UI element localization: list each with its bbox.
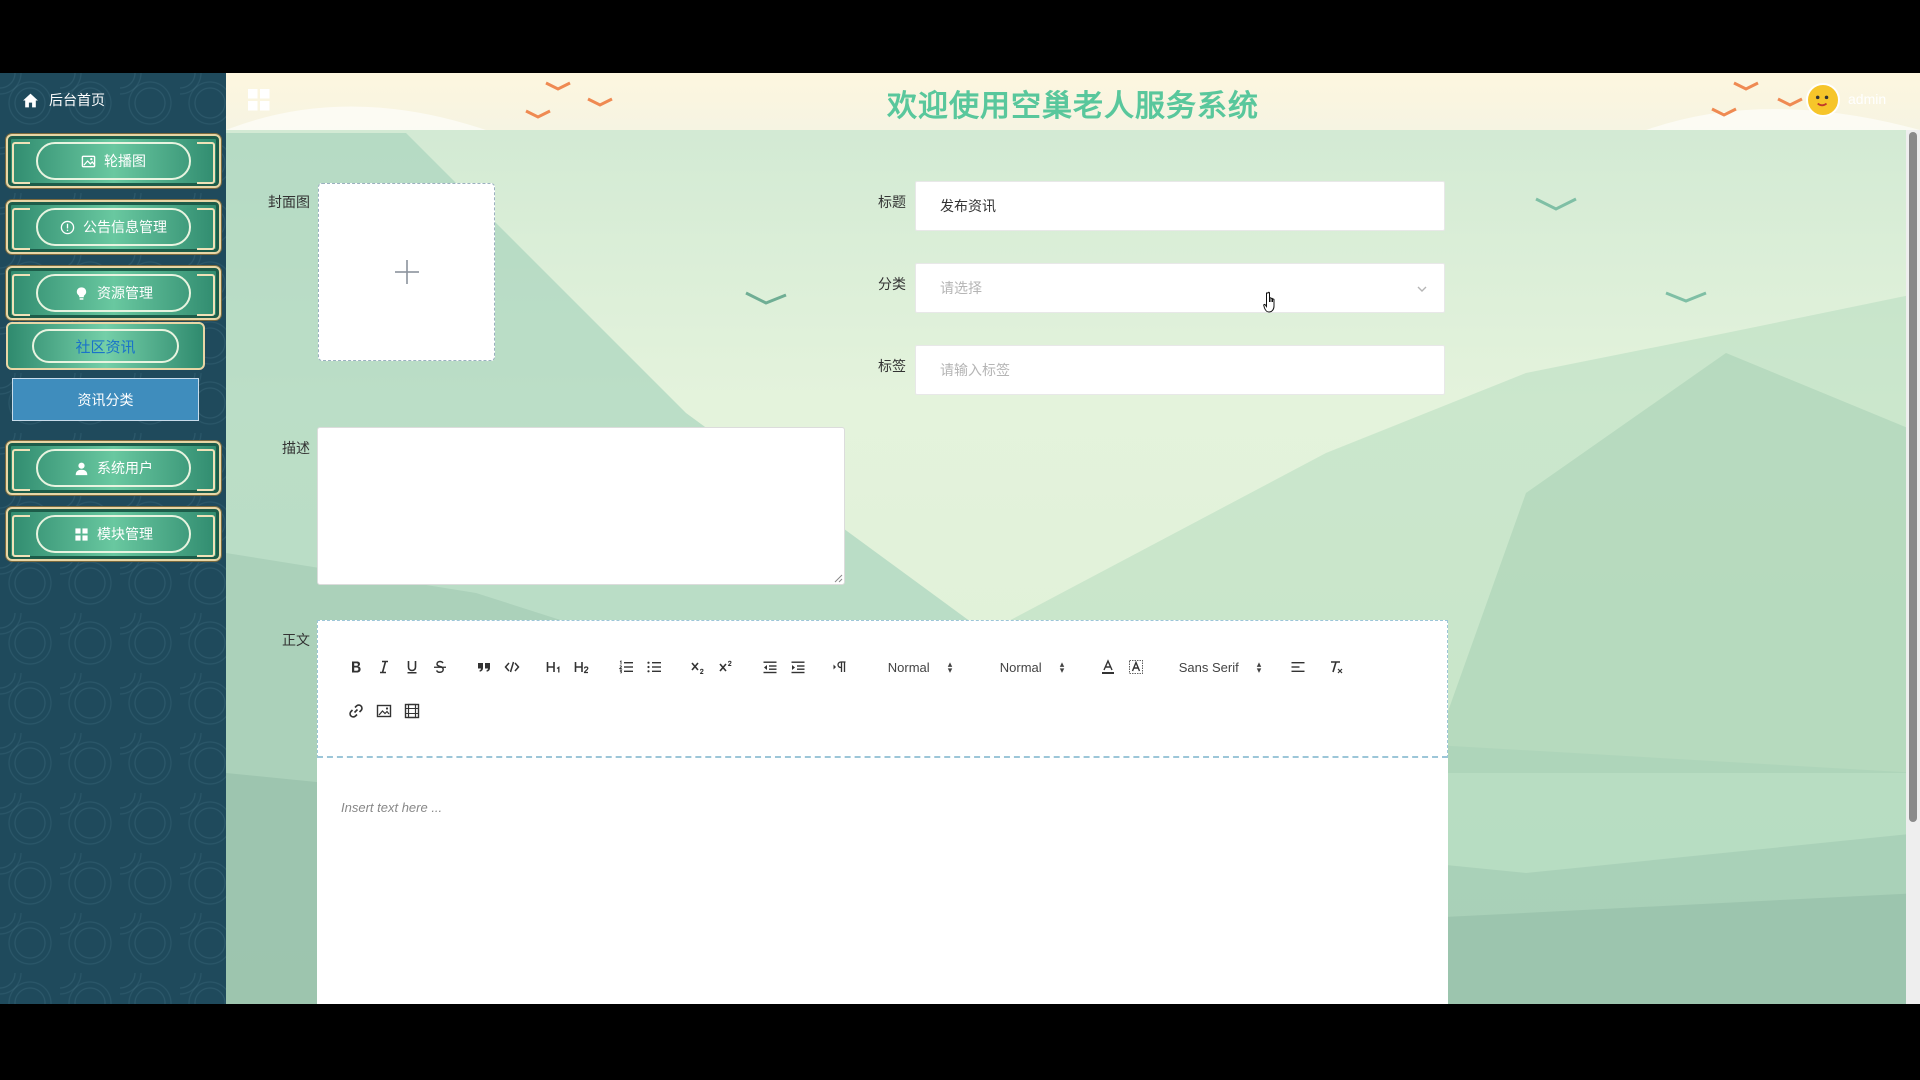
hand-cursor-icon [1263,291,1275,313]
avatar-icon [1815,95,1829,107]
top-header: 欢迎使用空巢老人服务系统 admin [226,73,1920,130]
superscript-icon[interactable] [718,657,734,677]
main-content: 欢迎使用空巢老人服务系统 admin 封面图 标题 发布资讯 分类 请选择 标签… [226,73,1920,1004]
size-select[interactable]: Normal ▴ ▾ [988,657,1076,677]
background-color-icon[interactable] [1128,657,1144,677]
description-label: 描述 [282,440,310,456]
header-1-icon[interactable] [546,657,562,677]
align-icon[interactable] [1290,657,1306,677]
sidebar-item-label: 资源管理 [97,285,153,301]
sidebar-item-modules[interactable]: 模块管理 [6,507,221,561]
username[interactable]: admin [1848,91,1886,107]
app-title: 欢迎使用空巢老人服务系统 [887,90,1259,123]
home-icon [23,93,38,107]
description-textarea[interactable] [317,427,845,585]
sidebar-item-carousel[interactable]: 轮播图 [6,134,221,188]
size-select-value: Normal [999,659,1042,675]
sidebar: 后台首页 轮播图 公告信息管理 资源管理 社区资讯 资讯分类 系统用户 模块管理 [0,73,226,1004]
sidebar-item-announcements[interactable]: 公告信息管理 [6,200,221,254]
plus-icon [394,260,419,284]
sidebar-home-label: 后台首页 [49,92,105,108]
font-select-value: Sans Serif [1178,659,1239,675]
scrollbar[interactable] [1906,130,1920,1004]
video-insert-icon[interactable] [404,701,420,721]
header-select[interactable]: Normal ▴ ▾ [876,657,964,677]
font-select[interactable]: Sans Serif ▴ ▾ [1168,657,1272,677]
select-arrows-icon: ▴ ▾ [1256,659,1262,675]
text-color-icon[interactable] [1100,657,1116,677]
scrollbar-thumb[interactable] [1909,132,1917,822]
sidebar-item-label: 轮播图 [104,153,146,169]
rich-text-editor: Normal ▴ ▾ Normal ▴ ▾ Sans Serif ▴ ▾ Ins… [317,620,1448,1004]
title-label: 标题 [878,194,906,210]
image-insert-icon[interactable] [376,701,392,721]
outdent-icon[interactable] [762,657,778,677]
blockquote-icon[interactable] [476,657,492,677]
bold-icon[interactable] [348,657,364,677]
cover-label: 封面图 [268,194,310,210]
subscript-icon[interactable] [690,657,706,677]
editor-toolbar: Normal ▴ ▾ Normal ▴ ▾ Sans Serif ▴ ▾ [317,620,1448,758]
header-2-icon[interactable] [574,657,590,677]
sidebar-subitem-news-category[interactable]: 资讯分类 [12,378,199,421]
strike-icon[interactable] [432,657,448,677]
clear-format-icon[interactable] [1328,657,1344,677]
sidebar-item-label: 资讯分类 [77,391,134,408]
text-direction-icon[interactable] [832,657,848,677]
sidebar-item-label: 社区资讯 [75,338,136,356]
tags-label: 标签 [878,358,906,374]
cover-upload[interactable] [318,183,495,361]
grid-icon [75,527,88,541]
underline-icon[interactable] [404,657,420,677]
indent-icon[interactable] [790,657,806,677]
ordered-list-icon[interactable] [618,657,634,677]
code-block-icon[interactable] [504,657,520,677]
sidebar-home-link[interactable]: 后台首页 [22,89,105,111]
italic-icon[interactable] [376,657,392,677]
sidebar-item-system-users[interactable]: 系统用户 [6,441,221,495]
sidebar-item-resources[interactable]: 资源管理 [6,266,221,320]
info-circle-icon [60,220,75,234]
resize-handle-icon[interactable] [833,573,843,583]
header-select-value: Normal [887,659,930,675]
bullet-list-icon[interactable] [646,657,662,677]
select-arrows-icon: ▴ ▾ [1059,659,1065,675]
sidebar-item-label: 系统用户 [97,460,153,476]
app-screen: 后台首页 轮播图 公告信息管理 资源管理 社区资讯 资讯分类 系统用户 模块管理… [0,73,1920,1004]
body-label: 正文 [282,632,310,648]
tags-input[interactable]: 请输入标签 [915,345,1445,395]
avatar[interactable] [1806,83,1840,117]
sidebar-item-community-news[interactable]: 社区资讯 [6,322,205,370]
image-icon [81,155,96,167]
select-arrows-icon: ▴ ▾ [947,659,953,675]
category-placeholder: 请选择 [940,280,982,296]
editor-placeholder[interactable]: Insert text here ... [341,800,442,815]
category-label: 分类 [878,276,906,292]
user-icon [75,462,88,475]
title-input[interactable]: 发布资讯 [915,181,1445,231]
chevron-down-icon [1417,286,1427,292]
link-icon[interactable] [348,701,364,721]
bulb-icon [76,286,87,300]
category-select[interactable]: 请选择 [915,263,1445,313]
sidebar-item-label: 模块管理 [97,526,153,542]
sidebar-item-label: 公告信息管理 [83,219,167,235]
